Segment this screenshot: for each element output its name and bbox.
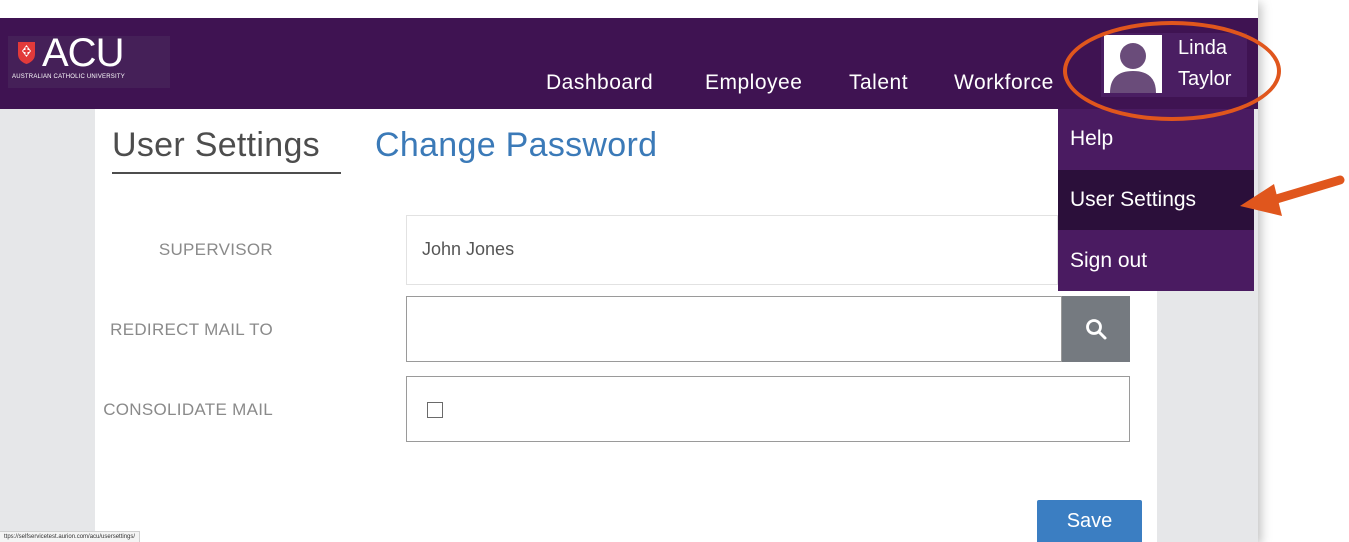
consolidate-mail-checkbox[interactable]: [427, 402, 443, 418]
tab-change-password[interactable]: Change Password: [375, 126, 657, 165]
logo-text: ACU: [42, 31, 124, 75]
supervisor-label: SUPERVISOR: [158, 240, 273, 259]
consolidate-mail-label: CONSOLIDATE MAIL: [103, 400, 273, 419]
consolidate-mail-field: [406, 376, 1130, 442]
redirect-mail-label: REDIRECT MAIL TO: [110, 320, 273, 339]
tab-user-settings[interactable]: User Settings: [112, 126, 320, 165]
active-tab-underline: [112, 172, 341, 174]
nav-employee[interactable]: Employee: [705, 71, 802, 95]
nav-workforce[interactable]: Workforce: [954, 71, 1054, 95]
acu-logo[interactable]: ACU AUSTRALIAN CATHOLIC UNIVERSITY: [8, 31, 170, 88]
arrow-left-icon: [1240, 175, 1345, 216]
nav-dashboard[interactable]: Dashboard: [546, 71, 653, 95]
logo-subtitle: AUSTRALIAN CATHOLIC UNIVERSITY: [12, 74, 125, 80]
nav-talent[interactable]: Talent: [849, 71, 908, 95]
supervisor-value: John Jones: [422, 239, 515, 259]
acu-shield-icon: [18, 42, 35, 64]
save-button[interactable]: Save: [1037, 500, 1142, 542]
user-dropdown-menu: Help User Settings Sign out: [1058, 109, 1254, 291]
redirect-mail-input[interactable]: [406, 296, 1062, 362]
left-gutter: [0, 109, 95, 542]
search-icon: [1086, 319, 1107, 340]
browser-status-url: ttps://selfservicetest.aurion.com/acu/us…: [0, 531, 141, 542]
menu-item-sign-out[interactable]: Sign out: [1058, 231, 1254, 291]
search-button[interactable]: [1062, 296, 1130, 362]
supervisor-field: John Jones: [406, 215, 1058, 285]
menu-item-user-settings[interactable]: User Settings: [1058, 170, 1254, 230]
annotation-ellipse: [1063, 21, 1281, 121]
